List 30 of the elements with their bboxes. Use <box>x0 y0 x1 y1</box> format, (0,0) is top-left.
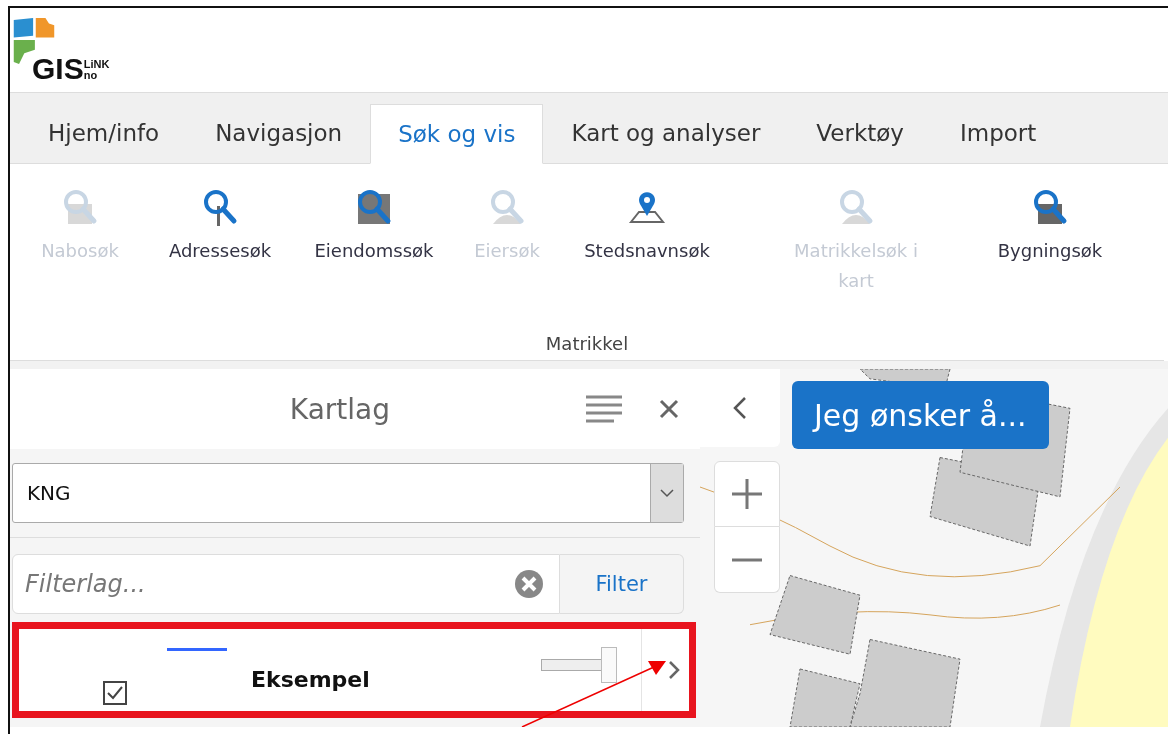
minus-icon <box>730 556 764 563</box>
zoom-out-button[interactable] <box>714 527 780 593</box>
tab[interactable]: Import <box>931 103 1065 163</box>
ribbon-button[interactable]: Bygningsøk <box>974 188 1126 333</box>
group-label: Matrikkel <box>545 333 629 356</box>
tab[interactable]: Verktøy <box>788 103 932 163</box>
tab[interactable]: Navigasjon <box>187 103 371 163</box>
zoom-in-button[interactable] <box>714 461 780 527</box>
action-button[interactable]: Jeg ønsker å... <box>792 381 1049 449</box>
ribbon-button[interactable]: Eiendomssøk <box>290 188 458 333</box>
layer-row[interactable]: Eksempel <box>12 622 696 718</box>
ribbon-button[interactable]: Adressesøk <box>150 188 290 333</box>
filter-field[interactable]: Filterlag... <box>12 554 560 614</box>
checkbox[interactable] <box>103 681 127 705</box>
filter-button[interactable]: Filter <box>560 554 684 614</box>
layer-select[interactable]: KNG <box>12 463 684 523</box>
close-icon[interactable] <box>658 398 680 420</box>
ribbon-button[interactable]: Stedsnavnsøk <box>556 188 738 333</box>
menu-icon[interactable] <box>584 394 624 424</box>
chevron-right-icon[interactable] <box>668 660 680 680</box>
tab[interactable]: Søk og vis <box>370 104 544 164</box>
plus-icon <box>730 477 764 511</box>
chevron-down-icon <box>659 488 675 498</box>
tab[interactable]: Hjem/info <box>20 103 188 163</box>
layer-name: Eksempel <box>251 667 371 692</box>
clear-icon[interactable] <box>514 569 544 599</box>
opacity-slider[interactable] <box>541 647 617 683</box>
chevron-left-icon <box>733 396 747 420</box>
tab[interactable]: Kart og analyser <box>543 103 789 163</box>
panel-title: Kartlag <box>288 392 391 426</box>
